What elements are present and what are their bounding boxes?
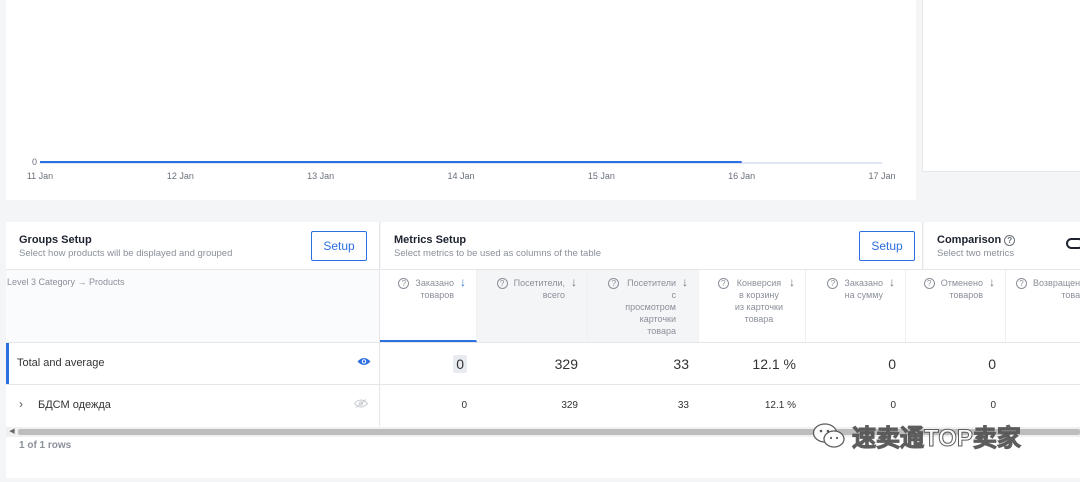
metrics-setup-subtitle: Select metrics to be used as columns of … — [394, 248, 601, 259]
table-cell: 329 — [477, 385, 588, 426]
arrow-down-icon[interactable]: ↓ — [889, 276, 895, 288]
scroll-left-icon[interactable]: ◀ — [6, 427, 18, 437]
table-cell: 0 — [380, 385, 477, 426]
cell-value: 0 — [461, 400, 467, 411]
line-chart: 0 11 Jan 12 Jan 13 Jan 14 Jan 15 Jan 16 Jan 17 … — [27, 157, 896, 181]
comparison-toggle[interactable] — [1066, 238, 1080, 249]
groups-setup-button[interactable]: Setup — [311, 231, 367, 261]
wechat-logo-icon — [812, 422, 845, 448]
column-header[interactable]: ? Возвращен това — [1006, 270, 1080, 342]
help-icon[interactable]: ? — [608, 278, 620, 289]
table-cell: 12.1 % — [699, 343, 806, 384]
arrow-down-icon[interactable]: ↓ — [989, 276, 995, 288]
column-header-label: Отменено товаров — [940, 278, 983, 300]
cell-value: 0 — [888, 355, 896, 372]
help-icon[interactable]: ? — [1016, 278, 1027, 289]
help-icon[interactable]: ? — [496, 278, 508, 289]
cell-value: 33 — [673, 355, 689, 372]
column-header-label: Конверсия в корзину из карточки товара — [734, 278, 783, 324]
column-header-label: Посетители, всего — [513, 278, 565, 300]
x-tick-label: 17 Jan — [868, 171, 895, 181]
metrics-setup-panel: Metrics Setup Select metrics to be used … — [381, 222, 923, 270]
table-cell: 33 — [588, 385, 699, 426]
comparison-title-row: Comparison? — [937, 234, 1016, 246]
comparison-subtitle: Select two metrics — [937, 248, 1015, 259]
table-cell: 0 — [806, 343, 906, 384]
cell-value: 0 — [990, 400, 996, 411]
arrow-down-icon[interactable]: ↓ — [460, 276, 466, 288]
comparison-title: Comparison — [937, 234, 1002, 246]
column-header[interactable]: ? Конверсия в корзину из карточки товара ↓ — [699, 270, 806, 342]
comparison-panel: Comparison? Select two metrics — [924, 222, 1080, 270]
metrics-setup-button[interactable]: Setup — [859, 231, 915, 261]
arrow-down-icon[interactable]: ↓ — [571, 276, 577, 288]
arrow-down-icon[interactable]: ↓ — [789, 276, 795, 288]
column-header[interactable]: ? Заказано на сумму ↓ — [806, 270, 906, 342]
watermark-text: 速卖通TOP卖家 — [852, 425, 1022, 453]
help-icon[interactable]: ? — [923, 278, 935, 289]
help-icon[interactable]: ? — [717, 278, 729, 289]
row-count: 1 of 1 rows — [19, 440, 72, 451]
cell-value: 329 — [561, 400, 578, 411]
metrics-setup-title: Metrics Setup — [394, 234, 467, 246]
column-header-label: Заказано товаров — [415, 278, 454, 300]
row-label-cell: › БДСМ одежда — [6, 385, 380, 426]
y-tick-label: 0 — [32, 157, 37, 167]
cell-value: 329 — [554, 355, 578, 372]
column-header-label: Заказано на сумму — [844, 278, 883, 300]
cell-value: 12.1 % — [752, 355, 796, 372]
eye-icon[interactable] — [357, 357, 371, 366]
column-header-label: Возвращен това — [1033, 278, 1080, 300]
row-label-cell: Total and average — [6, 343, 380, 384]
table-cell: 12.1 % — [699, 385, 806, 426]
cell-value: 12.1 % — [764, 400, 796, 411]
watermark: 速卖通TOP卖家 — [812, 418, 1021, 453]
x-tick-label: 15 Jan — [588, 171, 615, 181]
table-cell: 33 — [588, 343, 699, 384]
x-tick-label: 14 Jan — [447, 171, 474, 181]
column-header[interactable]: ? Посетители с просмотром карточки товара ↓ — [588, 270, 699, 342]
x-tick-label: 13 Jan — [307, 171, 334, 181]
groups-setup-title: Groups Setup — [19, 234, 92, 246]
x-tick-label: 11 Jan — [27, 171, 53, 181]
arrow-down-icon[interactable]: ↓ — [682, 276, 688, 288]
column-header[interactable]: ? Заказано товаров ↓ — [380, 270, 477, 342]
help-icon[interactable]: ? — [827, 278, 839, 289]
column-header[interactable]: ? Отменено товаров ↓ — [906, 270, 1006, 342]
help-icon[interactable]: ? — [398, 278, 410, 289]
groups-setup-panel: Groups Setup Select how products will be… — [6, 222, 380, 270]
row-label: БДСМ одежда — [38, 399, 111, 411]
x-tick-label: 12 Jan — [167, 171, 194, 181]
help-icon[interactable]: ? — [1004, 234, 1016, 246]
table-cell: 0 — [380, 343, 477, 384]
group-column-label: Level 3 Category → Products — [7, 277, 125, 287]
row-label: Total and average — [17, 357, 105, 369]
cell-value: 0 — [453, 354, 467, 373]
group-column-header: Level 3 Category → Products — [6, 270, 380, 342]
cell-value: 0 — [890, 400, 896, 411]
table-row-total[interactable]: Total and average 0 329 33 12.1 % 0 0 — [6, 342, 1080, 384]
x-tick-label: 16 Jan — [728, 171, 755, 181]
chevron-right-icon[interactable]: › — [19, 397, 23, 411]
eye-off-icon[interactable] — [354, 399, 368, 408]
column-header-label: Посетители с просмотром карточки товара — [625, 278, 676, 336]
cell-value: 33 — [677, 400, 689, 411]
column-header[interactable]: ? Посетители, всего ↓ — [477, 270, 588, 342]
cell-value: 0 — [988, 355, 996, 372]
table-cell: 0 — [906, 343, 1006, 384]
groups-setup-subtitle: Select how products will be displayed an… — [19, 248, 233, 259]
table-cell: 329 — [477, 343, 588, 384]
